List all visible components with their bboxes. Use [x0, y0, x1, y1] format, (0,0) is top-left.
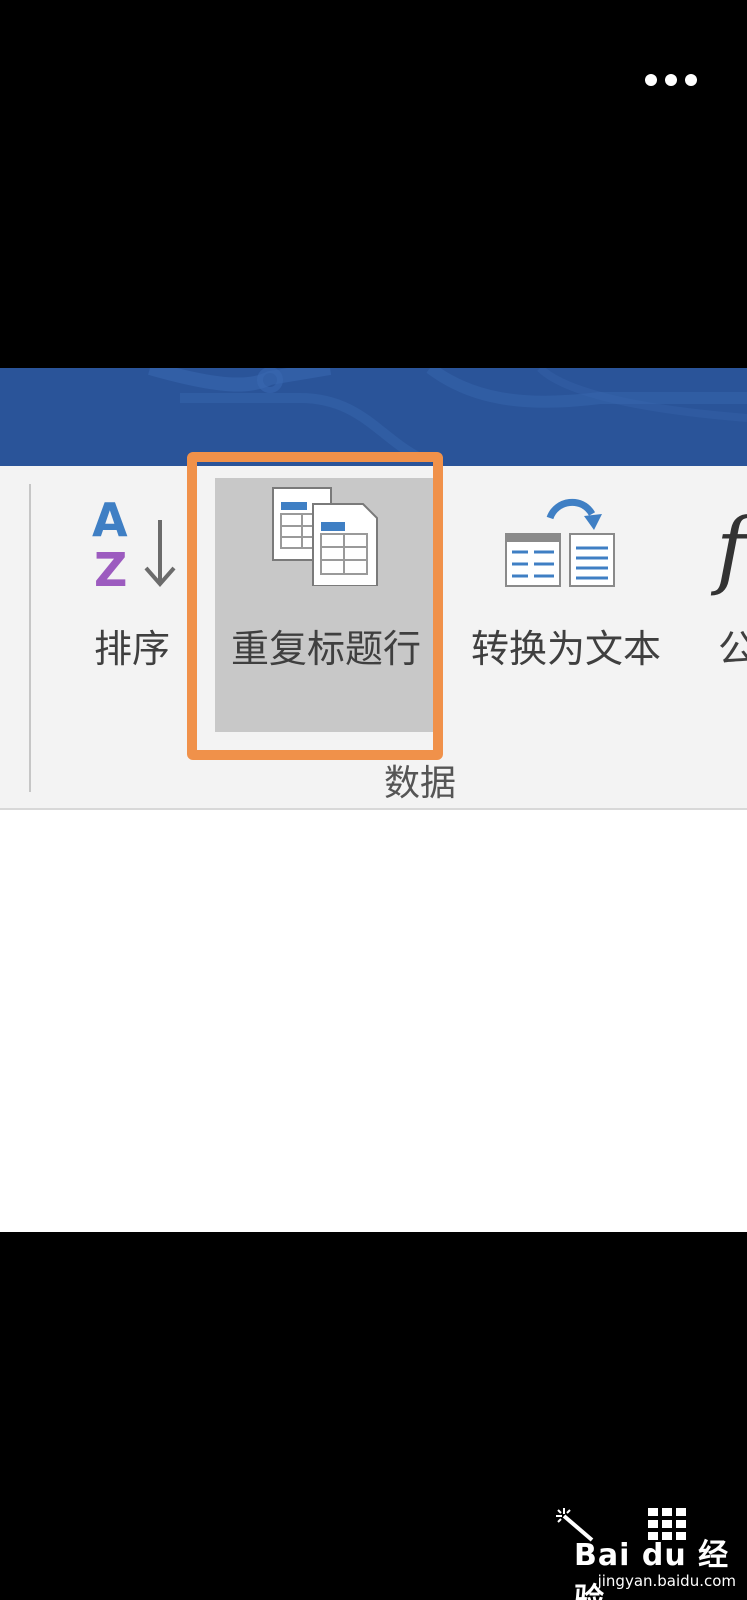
group-separator [29, 484, 31, 792]
convert-to-text-label: 转换为文本 [470, 627, 661, 671]
sort-az-icon: A Z [92, 494, 176, 594]
screen: A Z 排序 重复标题行 转换为文本 f 公 数据 Bai du 经验 jing… [0, 0, 747, 1600]
highlight-annotation-box [187, 452, 443, 760]
baidu-jingyan-watermark: Bai du 经验 jingyan.baidu.com [556, 1508, 736, 1600]
convert-to-text-icon [505, 498, 615, 587]
ribbon-group-label: 数据 [383, 763, 456, 804]
formula-button[interactable]: f 公 [712, 494, 747, 694]
sort-button[interactable]: A Z 排序 [86, 494, 192, 694]
sort-label: 排序 [94, 627, 171, 671]
convert-to-text-button[interactable]: 转换为文本 [448, 494, 684, 694]
more-dot [685, 74, 697, 86]
watermark-url: jingyan.baidu.com [597, 1572, 736, 1590]
more-dot [645, 74, 657, 86]
more-dot [665, 74, 677, 86]
svg-text:A: A [92, 494, 128, 547]
more-horizontal-icon[interactable] [645, 72, 697, 88]
formula-fx-icon: f [716, 500, 747, 598]
svg-text:Z: Z [94, 543, 127, 594]
document-area[interactable] [0, 810, 747, 1232]
formula-label: 公 [718, 627, 747, 671]
